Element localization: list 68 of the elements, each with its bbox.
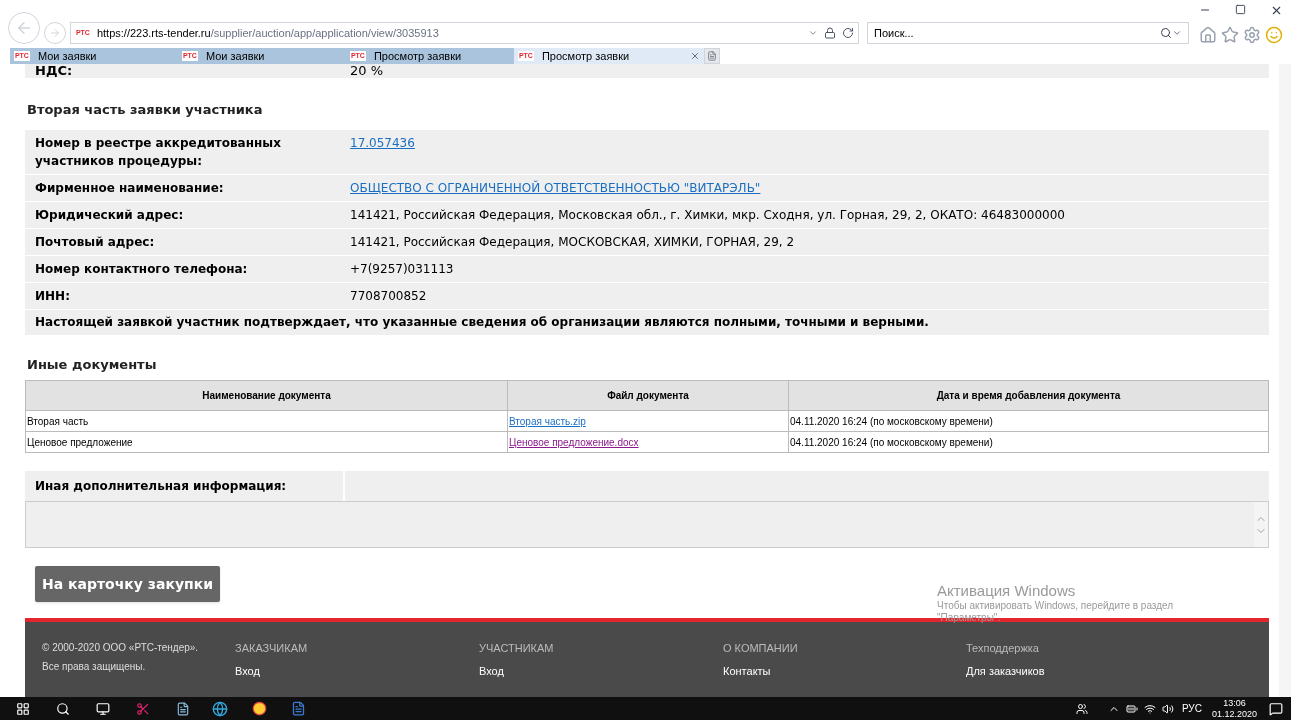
- dropdown-icon[interactable]: [1172, 28, 1182, 38]
- people-icon[interactable]: [1075, 702, 1088, 715]
- clock-time: 13:06: [1223, 697, 1246, 709]
- notification-icon[interactable]: [1269, 701, 1283, 716]
- back-to-card-button[interactable]: На карточку закупки: [35, 566, 221, 602]
- arrow-right-icon: [49, 27, 61, 39]
- file-link[interactable]: Вторая часть.zip: [509, 415, 586, 427]
- home-icon[interactable]: [1199, 26, 1217, 44]
- footer-link[interactable]: Вход: [479, 662, 723, 679]
- field-label: Номер в реестре аккредитованных участников процедуры:: [34, 134, 282, 170]
- column-header: Файл документа: [507, 380, 789, 411]
- search-field[interactable]: Поиск...: [874, 24, 1160, 42]
- star-icon[interactable]: [1221, 26, 1239, 44]
- field-label: ИНН:: [34, 287, 71, 305]
- url-text: https://223.rts-tender.ru/supplier/auction/app/application/view/3035913: [96, 25, 440, 41]
- search-icon[interactable]: [1160, 27, 1172, 39]
- speaker-icon[interactable]: [1161, 702, 1174, 715]
- field-label: Почтовый адрес:: [34, 233, 156, 251]
- word-document-icon[interactable]: [291, 701, 306, 716]
- settings-icon[interactable]: [1243, 26, 1261, 44]
- close-tab-icon[interactable]: [690, 51, 700, 61]
- language-indicator[interactable]: РУС: [1181, 701, 1202, 716]
- section-title: Иные документы: [26, 355, 158, 374]
- search-box[interactable]: Поиск...: [867, 22, 1189, 44]
- footer-link[interactable]: Контакты: [723, 662, 966, 679]
- footer-heading: ЗАКАЗЧИКАМ: [235, 641, 309, 656]
- footer-heading: УЧАСТНИКАМ: [479, 641, 555, 656]
- copyright-text: Все права защищены.: [42, 660, 147, 674]
- task-view-icon[interactable]: [96, 701, 110, 716]
- footer-link[interactable]: Для заказчиков: [966, 662, 1045, 679]
- windows-start-icon[interactable]: [16, 701, 30, 716]
- section-title: Вторая часть заявки участника: [26, 101, 264, 119]
- clock-date: 01.12.2020: [1211, 708, 1257, 720]
- field-label: Фирменное наименование:: [34, 179, 225, 197]
- activation-text: Чтобы активировать Windows, перейдите в раздел "Параметры".: [937, 600, 1175, 624]
- refresh-icon[interactable]: [842, 27, 854, 39]
- table-cell: Вторая часть: [25, 410, 508, 432]
- table-cell: 04.11.2020 16:24 (по московскому времени): [788, 431, 1269, 453]
- field-value: 20 %: [350, 64, 384, 78]
- maximize-icon[interactable]: [1235, 4, 1246, 15]
- field-value: 141421, Российская Федерация, Московская обл., г. Химки, мкр. Сходня, ул. Горная, 29, 2, ОКАТО: 46483000000: [350, 206, 1065, 224]
- field-link[interactable]: ОБЩЕСТВО С ОГРАНИЧЕННОЙ ОТВЕТСТВЕННОСТЬЮ "ВИТАРЭЛЬ": [350, 174, 761, 197]
- scissors-icon[interactable]: [136, 701, 150, 716]
- footer-link[interactable]: Вход: [235, 662, 479, 679]
- field-label: НДС:: [34, 64, 74, 78]
- new-tab-button[interactable]: [704, 48, 720, 64]
- field-label: Номер контактного телефона:: [34, 260, 249, 278]
- footer-heading: Техподдержка: [966, 641, 1040, 656]
- column-header: Дата и время добавления документа: [788, 380, 1269, 411]
- column-header: Наименование документа: [25, 380, 508, 411]
- table-cell: Ценовое предложение: [25, 431, 508, 453]
- activation-title: Активация Windows: [937, 582, 1077, 600]
- copyright-text: © 2000-2020 ООО «РТС-тендер».: [42, 641, 200, 655]
- page-icon: [707, 51, 717, 61]
- lock-icon: [824, 27, 836, 39]
- field-label: Юридический адрес:: [34, 206, 185, 224]
- document-icon[interactable]: [176, 701, 190, 716]
- footer-heading: О КОМПАНИИ: [723, 641, 799, 656]
- wifi-icon[interactable]: [1143, 702, 1156, 715]
- close-icon[interactable]: [1270, 4, 1283, 17]
- table-cell: 04.11.2020 16:24 (по московскому времени): [788, 410, 1269, 432]
- battery-icon[interactable]: [1125, 702, 1138, 715]
- field-value: 141421, Российская Федерация, МОСКОВСКАЯ, ХИМКИ, ГОРНАЯ, 29, 2: [350, 233, 795, 251]
- statement-text: Настоящей заявкой участник подтверждает, что указанные сведения об организации являются полными, точными и верными.: [34, 314, 929, 331]
- field-link[interactable]: 17.057436: [350, 129, 415, 152]
- field-value: +7(9257)031113: [350, 260, 454, 278]
- field-value: 7708700852: [350, 287, 427, 305]
- search-icon[interactable]: [56, 701, 70, 716]
